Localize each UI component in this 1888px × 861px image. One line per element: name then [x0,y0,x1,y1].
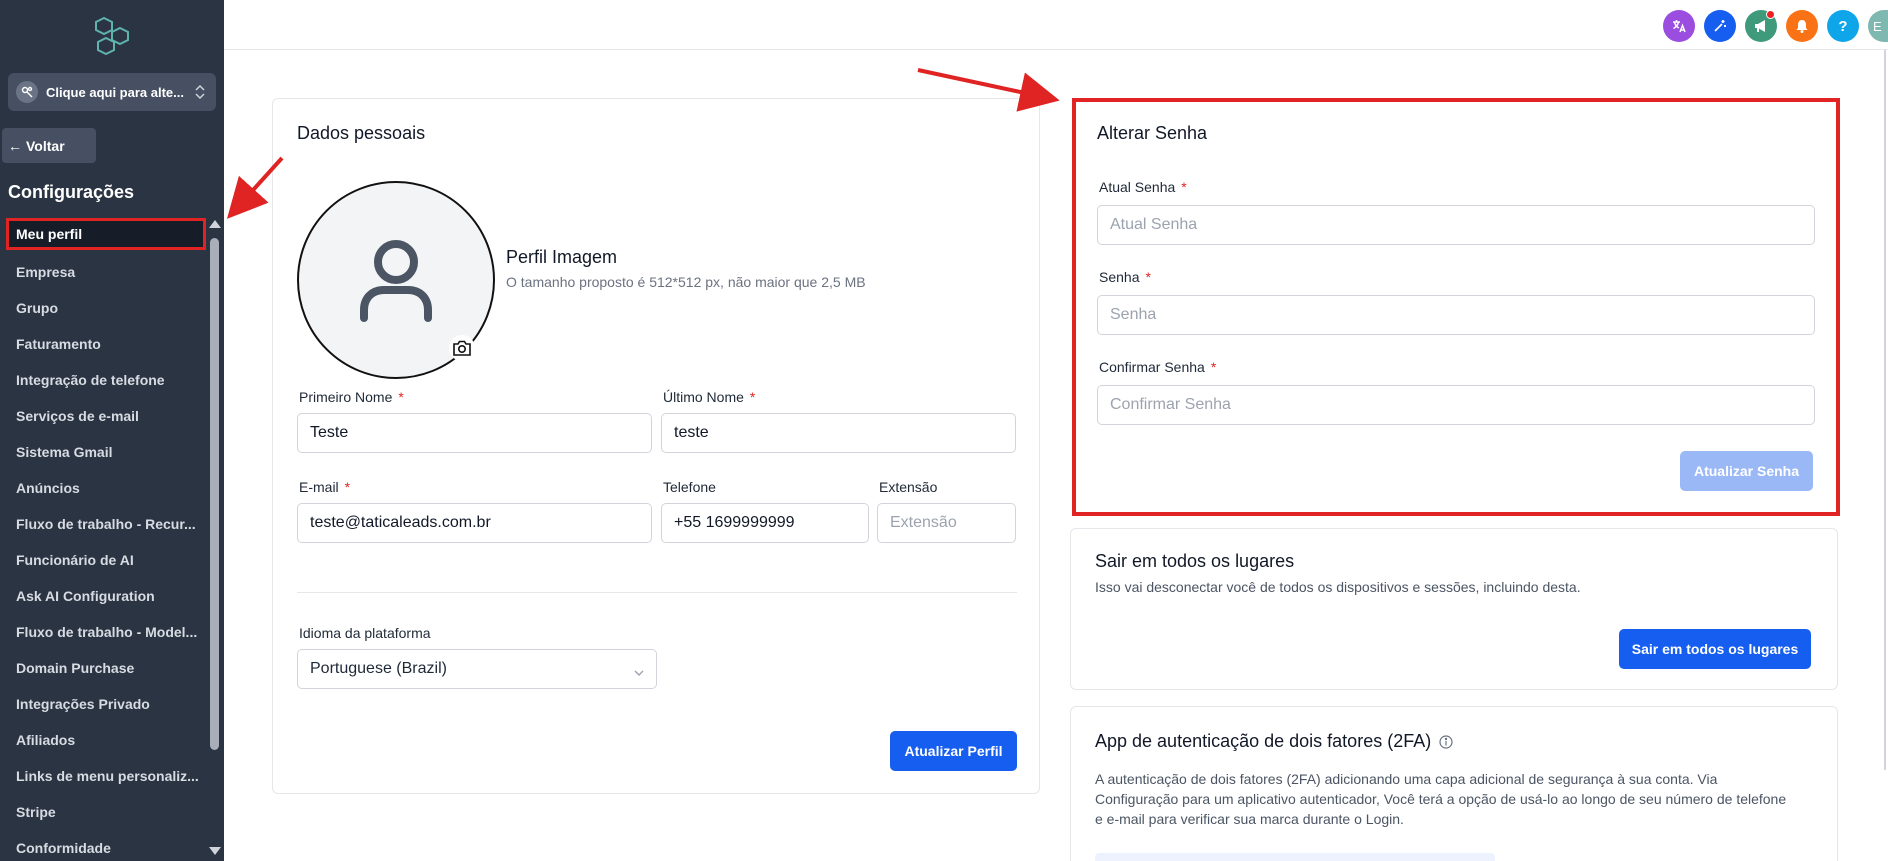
confirm-password-label-text: Confirmar Senha [1099,359,1205,375]
sidebar-item-group[interactable]: Grupo [6,290,206,326]
new-password-label: Senha * [1099,269,1151,285]
camera-icon[interactable] [449,335,475,361]
current-password-input[interactable] [1097,205,1815,245]
info-icon[interactable] [1439,734,1453,749]
email-input[interactable] [297,503,652,543]
page-scrollbar[interactable] [1884,50,1886,770]
back-button-label: Voltar [26,137,65,154]
translate-icon[interactable] [1663,10,1695,42]
sidebar-item-ask-ai[interactable]: Ask AI Configuration [6,578,206,614]
update-profile-button[interactable]: Atualizar Perfil [890,731,1017,771]
extension-label: Extensão [879,479,938,495]
required-mark: * [344,479,351,495]
sidebar-item-my-profile[interactable]: Meu perfil [6,218,206,250]
settings-menu: Meu perfil Empresa Grupo Faturamento Int… [6,218,206,861]
top-icons: ? E [1663,10,1888,42]
confirm-password-input[interactable] [1097,385,1815,425]
sidebar-item-workflow-recurring[interactable]: Fluxo de trabalho - Recur... [6,506,206,542]
arrow-left-icon: ← [8,137,22,154]
email-label: E-mail * [299,479,350,495]
sidebar-item-affiliates[interactable]: Afiliados [6,722,206,758]
logout-everywhere-card: Sair em todos os lugares Isso vai descon… [1070,528,1838,690]
two-factor-card: App de autenticação de dois fatores (2FA… [1070,706,1838,861]
scroll-up-arrow[interactable] [209,220,221,228]
scroll-down-arrow[interactable] [209,847,221,855]
sidebar-item-company[interactable]: Empresa [6,254,206,290]
user-placeholder-icon [360,240,432,322]
sidebar-item-gmail-system[interactable]: Sistema Gmail [6,434,206,470]
extension-input[interactable] [877,503,1016,543]
section-divider [297,592,1017,593]
back-button[interactable]: ← Voltar [2,128,96,163]
sidebar-item-compliance[interactable]: Conformidade [6,830,206,861]
new-password-input[interactable] [1097,295,1815,335]
sidebar-item-workflow-templates[interactable]: Fluxo de trabalho - Model... [6,614,206,650]
update-password-button[interactable]: Atualizar Senha [1680,451,1813,491]
sidebar-scrollbar-thumb[interactable] [210,238,219,750]
new-password-label-text: Senha [1099,269,1140,285]
help-icon[interactable]: ? [1827,10,1859,42]
magic-wand-icon[interactable] [1704,10,1736,42]
phone-input[interactable] [661,503,869,543]
sidebar: Clique aqui para alte... ← Voltar Config… [0,0,224,861]
required-mark: * [1210,359,1217,375]
chevron-up-down-icon [194,83,206,101]
sidebar-item-phone-integration[interactable]: Integração de telefone [6,362,206,398]
language-select-value: Portuguese (Brazil) [310,660,447,677]
first-name-label: Primeiro Nome * [299,389,404,405]
personal-data-title: Dados pessoais [297,123,426,143]
sidebar-item-billing[interactable]: Faturamento [6,326,206,362]
first-name-label-text: Primeiro Nome [299,389,393,405]
confirm-password-label: Confirmar Senha * [1099,359,1216,375]
profile-image-hint: O tamanho proposto é 512*512 px, não mai… [506,274,866,290]
sidebar-item-ads[interactable]: Anúncios [6,470,206,506]
current-password-label-text: Atual Senha [1099,179,1176,195]
logout-everywhere-button[interactable]: Sair em todos os lugares [1619,629,1811,669]
location-icon [16,81,38,103]
first-name-input[interactable] [297,413,652,453]
required-mark: * [398,389,404,405]
notification-dot [1766,10,1775,19]
change-password-title: Alterar Senha [1097,123,1208,143]
location-switcher[interactable]: Clique aqui para alte... [8,73,216,111]
top-bar: ? E [224,0,1888,50]
arrow-to-change-password [917,68,1060,112]
current-password-label: Atual Senha * [1099,179,1187,195]
language-select[interactable]: Portuguese (Brazil) [297,649,657,689]
profile-image-title: Perfil Imagem [506,247,618,267]
sidebar-item-private-integrations[interactable]: Integrações Privado [6,686,206,722]
settings-section-title: Configurações [8,182,135,202]
bell-icon[interactable] [1786,10,1818,42]
sidebar-item-domain-purchase[interactable]: Domain Purchase [6,650,206,686]
change-password-card: Alterar Senha Atual Senha * Senha * Confir… [1072,98,1840,516]
last-name-label: Último Nome * [663,389,755,405]
personal-data-card: Dados pessoais Perfil Imagem O tamanho p… [272,98,1040,794]
last-name-label-text: Último Nome [663,389,744,405]
sidebar-item-stripe[interactable]: Stripe [6,794,206,830]
sidebar-item-email-services[interactable]: Serviços de e-mail [6,398,206,434]
chevron-down-icon [634,665,644,676]
two-factor-action-area[interactable] [1095,853,1495,861]
logout-everywhere-title: Sair em todos os lugares [1095,551,1295,571]
two-factor-title: App de autenticação de dois fatores (2FA… [1095,731,1453,752]
required-mark: * [749,389,756,405]
language-label: Idioma da plataforma [299,625,431,641]
last-name-input[interactable] [661,413,1016,453]
megaphone-icon[interactable] [1745,10,1777,42]
sidebar-item-ai-employee[interactable]: Funcionário de AI [6,542,206,578]
two-factor-title-text: App de autenticação de dois fatores (2FA… [1095,731,1432,751]
logout-everywhere-description: Isso vai desconectar você de todos os di… [1095,579,1581,595]
sidebar-item-custom-menu-links[interactable]: Links de menu personaliz... [6,758,206,794]
user-avatar[interactable]: E [1868,10,1888,42]
two-factor-description: A autenticação de dois fatores (2FA) adi… [1095,771,1787,827]
phone-label: Telefone [663,479,716,495]
required-mark: * [1145,269,1151,285]
required-mark: * [1181,179,1187,195]
email-label-text: E-mail [299,479,339,495]
logo-icon [92,14,132,58]
location-switcher-label: Clique aqui para alte... [46,84,184,100]
